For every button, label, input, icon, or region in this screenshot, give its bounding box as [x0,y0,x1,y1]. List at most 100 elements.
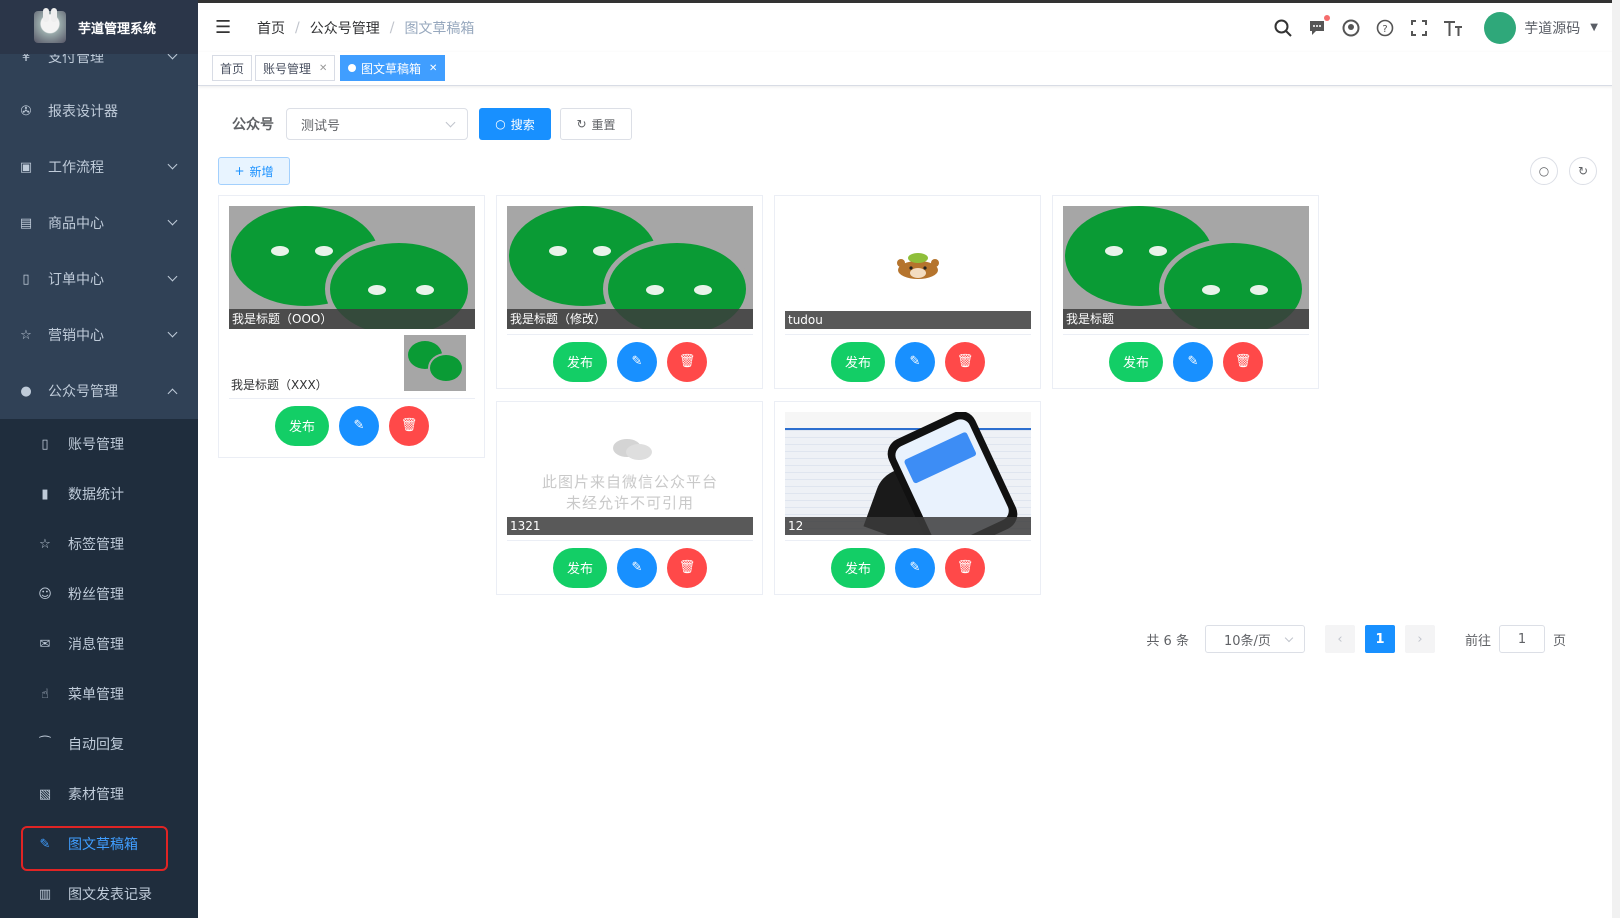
username[interactable]: 芋道源码 [1524,18,1580,38]
page-size-select[interactable]: 10条/页 [1204,625,1305,653]
select-value: 测试号 [301,118,341,134]
card-cover-image[interactable]: 此图片来自微信公众平台 未经允许不可引用 1321 [507,412,753,535]
tag-label: 首页 [220,61,245,76]
edit-button[interactable]: ✎ [617,341,657,382]
draft-card: 12 发布 ✎ 🗑 [774,401,1041,595]
tag-account[interactable]: 账号管理 ✕ [255,55,336,81]
close-icon[interactable]: ✕ [319,63,327,74]
goto-prefix: 前往 [1464,633,1491,649]
sidebar-item-label: 营销中心 [48,328,104,344]
card-cover-image[interactable]: tudou [785,206,1031,329]
next-page-button[interactable]: › [1404,625,1435,653]
publish-button[interactable]: 发布 [553,341,607,382]
fullscreen-icon[interactable] [1408,17,1430,39]
delete-button[interactable]: 🗑 [945,547,985,588]
caret-down-icon[interactable]: ▼ [1590,22,1598,33]
sidebar-item-statistics[interactable]: ▮ 数据统计 [0,469,198,519]
sidebar-item-workflow[interactable]: ▣ 工作流程 [0,139,198,195]
active-item-highlight [21,826,168,871]
card-actions: 发布 ✎ 🗑 [785,334,1031,388]
card-cover-image[interactable]: 我是标题（OOO） [229,206,475,329]
delete-button[interactable]: 🗑 [667,341,707,382]
sidebar-item-account[interactable]: ▯ 账号管理 [0,419,198,469]
sidebar-item-product[interactable]: ▤ 商品中心 [0,195,198,251]
publish-button[interactable]: 发布 [831,547,885,588]
star-icon: ☆ [20,327,32,343]
card-cover-image[interactable]: 12 [785,412,1031,535]
sidebar-item-order[interactable]: ▯ 订单中心 [0,251,198,307]
sidebar-item-materials[interactable]: ▧ 素材管理 [0,769,198,819]
question-icon[interactable]: ? [1374,17,1396,39]
card-cover-image[interactable]: 我是标题（修改） [507,206,753,329]
message-icon[interactable] [1306,14,1331,39]
app-title: 芋道管理系统 [78,21,157,37]
sidebar-item-tags[interactable]: ☆ 标签管理 [0,519,198,569]
edit-button[interactable]: ✎ [895,341,935,382]
close-icon[interactable]: ✕ [429,63,437,74]
sidebar-item-auto-reply[interactable]: ⁀ 自动回复 [0,719,198,769]
account-select[interactable]: 测试号 [286,108,468,140]
search-button[interactable]: ○ 搜索 [479,108,551,140]
goto-page-input[interactable]: 1 [1498,625,1545,653]
sidebar-item-label: 报表设计器 [48,104,118,120]
publish-button[interactable]: 发布 [831,341,885,382]
draft-card: 我是标题（修改） 发布 ✎ 🗑 [496,195,763,389]
card-thumbnail[interactable] [404,335,466,391]
delete-button[interactable]: 🗑 [1223,341,1263,382]
card-title: 我是标题 [1063,309,1309,329]
sidebar-item-marketing[interactable]: ☆ 营销中心 [0,307,198,363]
draft-card: 我是标题（OOO） 我是标题（XXX） 发布 ✎ 🗑 [218,195,485,458]
delete-button[interactable]: 🗑 [667,547,707,588]
card-actions: 发布 ✎ 🗑 [785,540,1031,594]
tag-home[interactable]: 首页 [212,55,253,81]
store-icon: ▤ [19,215,33,231]
hamburger-icon[interactable]: ☰ [215,17,233,38]
edit-button[interactable]: ✎ [895,547,935,588]
edit-button[interactable]: ✎ [1173,341,1213,382]
delete-button[interactable]: 🗑 [389,405,429,446]
trash-icon: 🗑 [956,354,974,369]
add-button[interactable]: + 新增 [218,157,290,185]
wechat-watermark-icon [613,439,652,460]
sidebar-item-label: 商品中心 [48,216,104,232]
sidebar-item-fans[interactable]: ☺ 粉丝管理 [0,569,198,619]
sidebar-item-label: 账号管理 [68,437,124,453]
publish-button[interactable]: 发布 [275,405,329,446]
reset-button[interactable]: ↻ 重置 [560,108,632,140]
publish-button[interactable]: 发布 [553,547,607,588]
watermark-line: 此图片来自微信公众平台 [541,473,718,491]
sidebar-item-menu[interactable]: ☝ 菜单管理 [0,669,198,719]
breadcrumb-official-account[interactable]: 公众号管理 [310,18,380,38]
sidebar-logo[interactable]: 芋道管理系统 [0,0,198,54]
logo-image [34,8,66,43]
user-avatar[interactable] [1484,11,1517,44]
toggle-search-button[interactable]: ○ [1530,157,1558,185]
star-icon: ☆ [39,536,51,552]
tag-label: 图文草稿箱 [361,61,422,76]
card-title: 1321 [507,517,753,535]
publish-button[interactable]: 发布 [1109,341,1163,382]
trash-icon: 🗑 [400,418,418,433]
search-form: 公众号 测试号 ○ 搜索 ↻ 重置 [232,108,632,140]
font-size-icon[interactable] [1442,17,1464,39]
edit-icon: ✎ [631,560,643,575]
sidebar-item-label: 图文发表记录 [68,887,152,903]
github-icon[interactable] [1340,17,1362,39]
card-cover-image[interactable]: 我是标题 [1063,206,1309,329]
breadcrumb-home[interactable]: 首页 [257,18,285,38]
edit-button[interactable]: ✎ [617,547,657,588]
page-scrollbar[interactable] [1612,0,1620,918]
sidebar-item-publish-records[interactable]: ▥ 图文发表记录 [0,869,198,918]
edit-button[interactable]: ✎ [339,405,379,446]
sidebar-item-report-designer[interactable]: ✇ 报表设计器 [0,83,198,139]
refresh-button[interactable]: ↻ [1569,157,1597,185]
prev-page-button[interactable]: ‹ [1324,625,1355,653]
sidebar-item-messages[interactable]: ✉ 消息管理 [0,619,198,669]
sidebar-item-label: 标签管理 [68,537,124,553]
search-icon[interactable] [1272,17,1294,39]
page-number[interactable]: 1 [1364,625,1395,653]
delete-button[interactable]: 🗑 [945,341,985,382]
sidebar-item-official-account[interactable]: ● 公众号管理 [0,363,198,419]
tag-draft-box[interactable]: 图文草稿箱 ✕ [340,55,446,81]
search-icon: ○ [1538,164,1550,178]
